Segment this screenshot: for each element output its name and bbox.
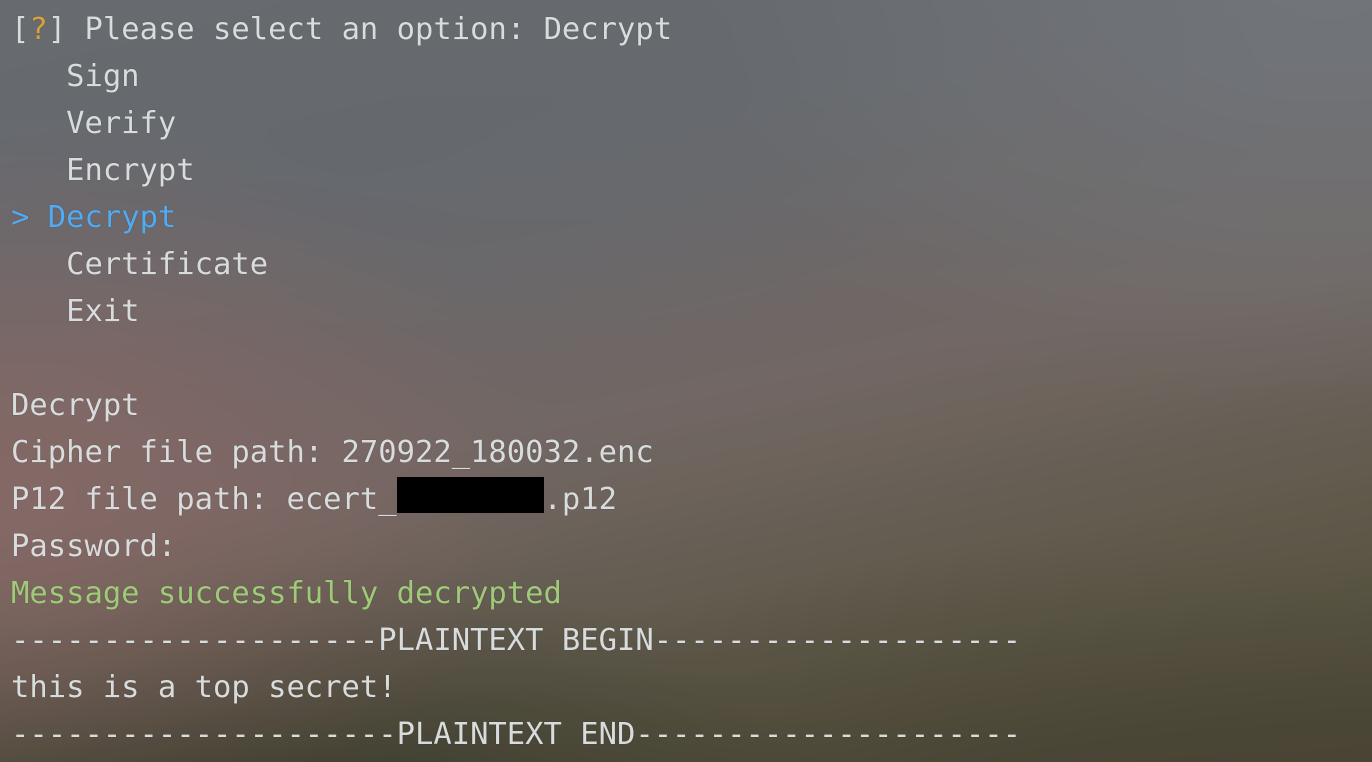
cipher-file-value: 270922_180032.enc xyxy=(341,435,654,470)
menu-cursor-slot xyxy=(11,59,66,94)
menu-item-label: Encrypt xyxy=(66,153,195,188)
menu-item-verify[interactable]: Verify xyxy=(11,101,176,148)
password-prompt-row[interactable]: Password: xyxy=(11,524,176,571)
p12-file-prefix: ecert_ xyxy=(286,482,397,517)
select-option-prompt: [?] Please select an option: Decrypt xyxy=(11,7,672,54)
prompt-bracket-close: ] xyxy=(47,12,67,47)
cipher-file-path-row: Cipher file path: 270922_180032.enc xyxy=(11,430,654,477)
menu-cursor-slot xyxy=(11,153,66,188)
plaintext-content: this is a top secret! xyxy=(11,670,397,705)
prompt-question-text: Please select an option: xyxy=(66,12,544,47)
cipher-file-label: Cipher file path: xyxy=(11,435,342,470)
action-heading-text: Decrypt xyxy=(11,388,140,423)
plaintext-content-row: this is a top secret! xyxy=(11,665,397,712)
menu-cursor-gap xyxy=(29,200,47,235)
selection-cursor-icon: > xyxy=(11,200,30,235)
begin-separator-text: --------------------PLAINTEXT BEGIN-----… xyxy=(11,623,1021,658)
p12-file-path-row: P12 file path: ecert_ .p12 xyxy=(11,477,617,524)
menu-item-label: Sign xyxy=(66,59,140,94)
p12-file-label: P12 file path: xyxy=(11,482,287,517)
menu-item-decrypt[interactable]: > Decrypt xyxy=(11,195,176,242)
menu-item-label: Decrypt xyxy=(47,200,177,235)
terminal-screen[interactable]: partially scrolled-off line of green tex… xyxy=(0,0,1372,762)
menu-item-exit[interactable]: Exit xyxy=(11,289,140,336)
plaintext-end-separator: ---------------------PLAINTEXT END------… xyxy=(11,712,1021,759)
prompt-selected-answer: Decrypt xyxy=(543,12,673,47)
menu-item-certificate[interactable]: Certificate xyxy=(11,242,268,289)
menu-item-label: Verify xyxy=(66,106,177,141)
menu-cursor-slot xyxy=(11,247,66,282)
output-action-heading: Decrypt xyxy=(11,383,140,430)
menu-item-sign[interactable]: Sign xyxy=(11,54,140,101)
password-label: Password: xyxy=(11,529,177,564)
menu-cursor-slot xyxy=(11,294,66,329)
menu-item-label: Exit xyxy=(66,294,140,329)
question-mark-icon: ? xyxy=(29,12,48,47)
status-badge: Message successfully decrypted xyxy=(11,576,562,611)
terminal-window[interactable]: partially scrolled-off line of green tex… xyxy=(0,0,1372,762)
menu-item-label: Certificate xyxy=(66,247,269,282)
menu-item-encrypt[interactable]: Encrypt xyxy=(11,148,195,195)
end-separator-text: ---------------------PLAINTEXT END------… xyxy=(11,717,1021,752)
plaintext-begin-separator: --------------------PLAINTEXT BEGIN-----… xyxy=(11,618,1021,665)
menu-cursor-slot xyxy=(11,106,66,141)
prompt-bracket-open: [ xyxy=(11,12,30,47)
redaction-box xyxy=(396,477,544,513)
status-message-row: Message successfully decrypted xyxy=(11,571,562,618)
p12-file-suffix: .p12 xyxy=(543,482,617,517)
